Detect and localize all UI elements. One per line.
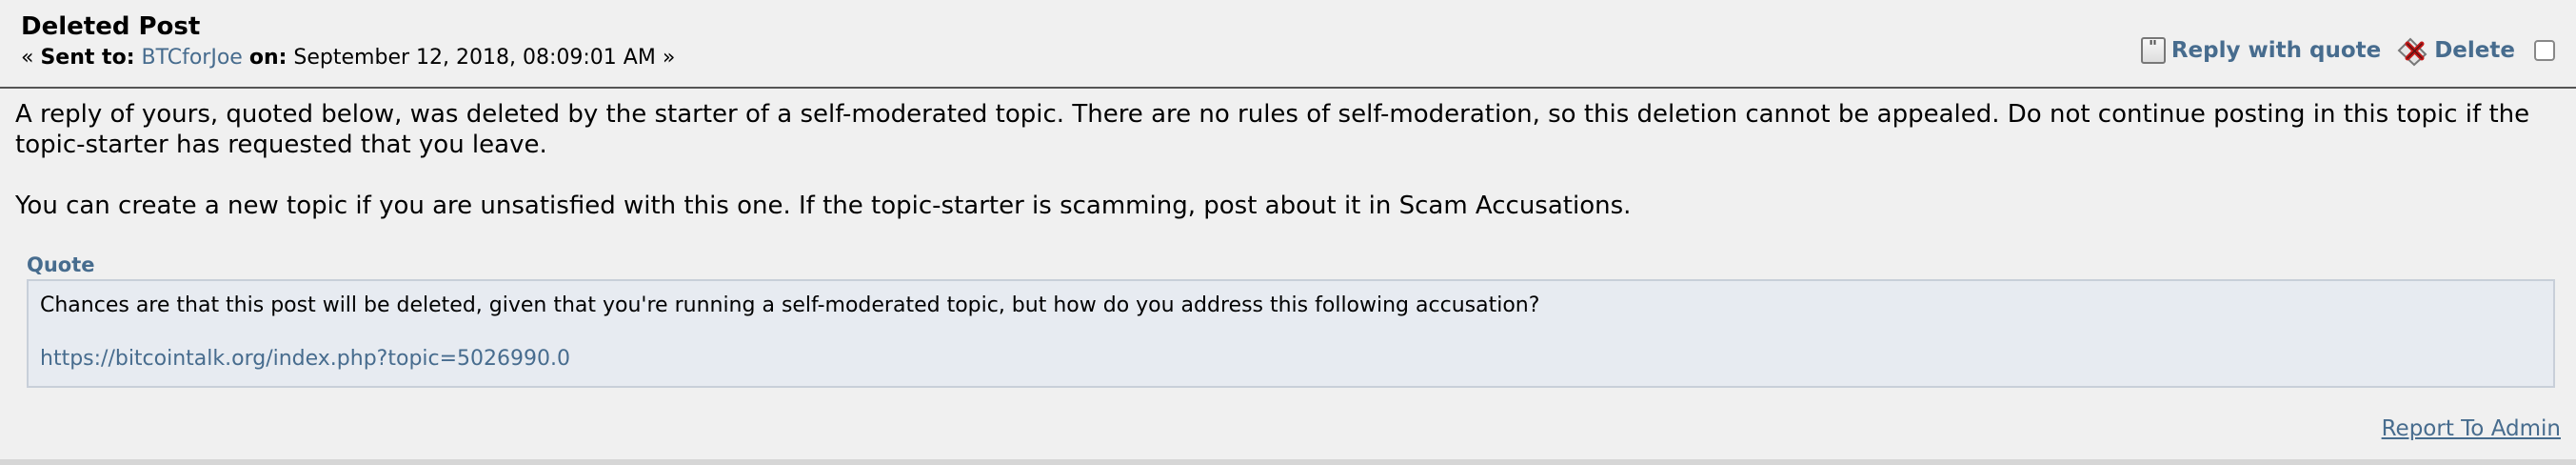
- reply-with-quote-label: Reply with quote: [2170, 38, 2382, 63]
- deleted-post-page: Deleted Post « Sent to: BTCforJoe on: Se…: [0, 0, 2576, 465]
- quoted-post: Chances are that this post will be delet…: [27, 279, 2555, 388]
- bottom-divider: [0, 459, 2576, 465]
- delete-button[interactable]: Delete: [2396, 34, 2515, 67]
- deletion-notice: A reply of yours, quoted below, was dele…: [15, 100, 2530, 159]
- post-actions: Reply with quote Delete: [2140, 34, 2555, 67]
- post-meta: « Sent to: BTCforJoe on: September 12, 2…: [21, 44, 675, 72]
- quote-label: Quote: [27, 253, 95, 276]
- post-header: Deleted Post « Sent to: BTCforJoe on: Se…: [0, 0, 2576, 89]
- report-to-admin-link[interactable]: Report To Admin: [2382, 415, 2561, 442]
- recipient-link[interactable]: BTCforJoe: [142, 46, 243, 70]
- meta-suffix: »: [662, 46, 676, 70]
- post-title: Deleted Post: [21, 12, 201, 41]
- on-label: on:: [248, 46, 287, 70]
- new-topic-notice: You can create a new topic if you are un…: [15, 192, 1632, 220]
- sent-to-label: Sent to:: [40, 46, 135, 70]
- reply-quote-icon: [2140, 37, 2166, 64]
- meta-prefix: «: [21, 46, 41, 70]
- select-post-checkbox[interactable]: [2534, 40, 2555, 61]
- delete-label: Delete: [2434, 38, 2515, 63]
- post-body: A reply of yours, quoted below, was dele…: [15, 99, 2559, 252]
- reply-with-quote-button[interactable]: Reply with quote: [2140, 37, 2382, 64]
- quoted-text: Chances are that this post will be delet…: [40, 293, 1540, 317]
- post-timestamp: September 12, 2018, 08:09:01 AM: [293, 46, 656, 70]
- delete-icon: [2396, 34, 2428, 67]
- quoted-topic-link[interactable]: https://bitcointalk.org/index.php?topic=…: [40, 347, 570, 371]
